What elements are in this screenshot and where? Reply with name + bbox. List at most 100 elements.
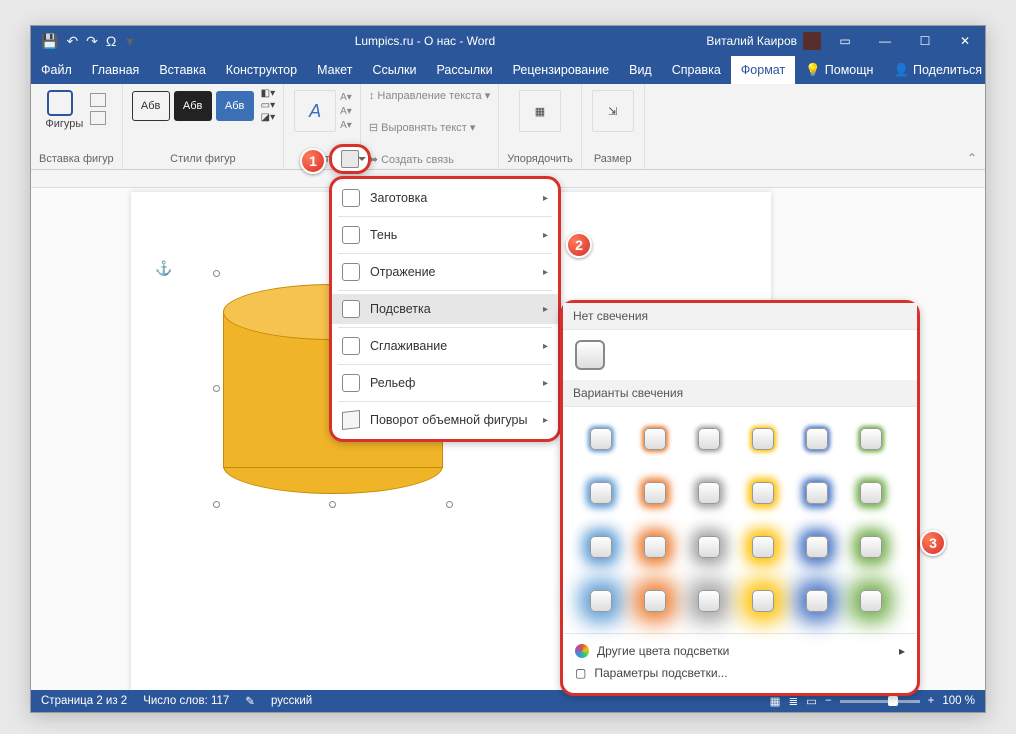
view-mode-icon[interactable]: ≣ [788,694,798,708]
tab-layout[interactable]: Макет [307,56,362,84]
menu-item-reflection[interactable]: Отражение▸ [332,257,558,287]
menu-item-soft-edges[interactable]: Сглаживание▸ [332,331,558,361]
qat-more-icon[interactable]: ▾ [126,33,133,50]
glow-variant[interactable] [793,577,841,625]
menu-item-3d-rotation[interactable]: Поворот объемной фигуры▸ [332,405,558,435]
group-label: Стили фигур [170,153,235,167]
tab-help[interactable]: Справка [662,56,731,84]
user-name: Виталий Каиров [706,34,797,48]
glow-variant[interactable] [739,523,787,571]
text-fill-icon[interactable]: A▾ [340,92,352,103]
tab-file[interactable]: Файл [31,56,82,84]
glow-variant[interactable] [739,577,787,625]
glow-variant[interactable] [739,469,787,517]
group-label: Размер [594,153,632,167]
tab-design[interactable]: Конструктор [216,56,307,84]
spellcheck-icon[interactable]: ✎ [245,694,255,708]
glow-variant[interactable] [631,415,679,463]
glow-variant[interactable] [847,523,895,571]
style-preset-1[interactable]: Абв [132,91,170,121]
style-preset-2[interactable]: Абв [174,91,212,121]
tab-references[interactable]: Ссылки [362,56,426,84]
collapse-ribbon-icon[interactable]: ⌃ [967,151,977,165]
callout-badge-3: 3 [920,530,946,556]
language-indicator[interactable]: русский [271,695,312,707]
menu-item-preset[interactable]: Заготовка▸ [332,183,558,213]
share-button[interactable]: 👤 Поделиться [883,63,992,78]
close-icon[interactable]: ✕ [945,26,985,56]
word-count[interactable]: Число слов: 117 [143,695,229,707]
maximize-icon[interactable]: ☐ [905,26,945,56]
zoom-out-icon[interactable]: − [825,695,832,707]
glow-variant[interactable] [631,523,679,571]
tell-me-button[interactable]: 💡 Помощн [795,63,883,78]
edit-shape-icon[interactable] [90,93,106,107]
resize-handle[interactable] [213,270,220,277]
zoom-level[interactable]: 100 % [942,695,975,707]
menu-item-bevel[interactable]: Рельеф▸ [332,368,558,398]
square-icon: ▢ [575,666,586,680]
glow-variant[interactable] [847,577,895,625]
tab-home[interactable]: Главная [82,56,150,84]
glow-variant[interactable] [739,415,787,463]
shapes-gallery-icon[interactable] [47,90,73,116]
align-text-button[interactable]: ⊟ Выровнять текст ▾ [369,120,476,135]
symbol-icon[interactable]: Ω [106,33,116,50]
style-preset-3[interactable]: Абв [216,91,254,121]
glow-variant[interactable] [847,415,895,463]
glow-variant[interactable] [577,523,625,571]
tab-review[interactable]: Рецензирование [503,56,620,84]
text-direction-button[interactable]: ↕ Направление текста ▾ [369,88,490,103]
tab-mailings[interactable]: Рассылки [426,56,502,84]
shape-outline-icon[interactable]: ▭▾ [261,100,275,111]
menu-item-glow[interactable]: Подсветка▸ [332,294,558,324]
glow-variant[interactable] [631,469,679,517]
no-glow-option[interactable] [575,340,605,370]
text-effects-icon[interactable]: A▾ [340,120,352,131]
ribbon-display-icon[interactable]: ▭ [825,26,865,56]
undo-icon[interactable]: ↶ [66,33,78,50]
glow-variant[interactable] [685,469,733,517]
create-link-button[interactable]: ⬌ Создать связь [369,152,454,167]
resize-handle[interactable] [213,501,220,508]
tab-format[interactable]: Формат [731,56,795,84]
glow-variant[interactable] [793,469,841,517]
glow-variant[interactable] [631,577,679,625]
save-icon[interactable]: 💾 [41,33,58,50]
resize-handle[interactable] [213,385,220,392]
page-indicator[interactable]: Страница 2 из 2 [41,695,127,707]
resize-handle[interactable] [446,501,453,508]
shape-fill-icon[interactable]: ◧▾ [261,88,275,99]
glow-variant[interactable] [847,469,895,517]
quick-access-toolbar: 💾 ↶ ↷ Ω ▾ [31,33,143,50]
zoom-in-icon[interactable]: + [928,695,935,707]
express-styles-button[interactable]: A [294,90,336,132]
redo-icon[interactable]: ↷ [86,33,98,50]
glow-variant[interactable] [577,469,625,517]
arrange-button[interactable]: ▦ [519,90,561,132]
menu-item-shadow[interactable]: Тень▸ [332,220,558,250]
zoom-slider[interactable] [840,700,920,703]
resize-handle[interactable] [329,501,336,508]
glow-variant[interactable] [685,523,733,571]
tab-insert[interactable]: Вставка [149,56,215,84]
user-account[interactable]: Виталий Каиров [706,32,825,50]
glow-variant[interactable] [685,577,733,625]
minimize-icon[interactable]: — [865,26,905,56]
glow-variant[interactable] [577,415,625,463]
view-mode-icon[interactable]: ▭ [806,694,817,708]
glow-variant[interactable] [793,415,841,463]
avatar [803,32,821,50]
glow-variant[interactable] [685,415,733,463]
glow-variant[interactable] [793,523,841,571]
shape-effects-dropdown-button[interactable] [329,144,371,174]
text-box-icon[interactable] [90,111,106,125]
size-button[interactable]: ⇲ [592,90,634,132]
shape-effects-icon[interactable]: ◪▾ [261,112,275,123]
text-outline-icon[interactable]: A▾ [340,106,352,117]
tab-view[interactable]: Вид [619,56,662,84]
glow-options[interactable]: ▢Параметры подсветки... [575,662,905,684]
view-mode-icon[interactable]: ▦ [770,694,781,708]
more-glow-colors[interactable]: Другие цвета подсветки▸ [575,640,905,662]
glow-variant[interactable] [577,577,625,625]
